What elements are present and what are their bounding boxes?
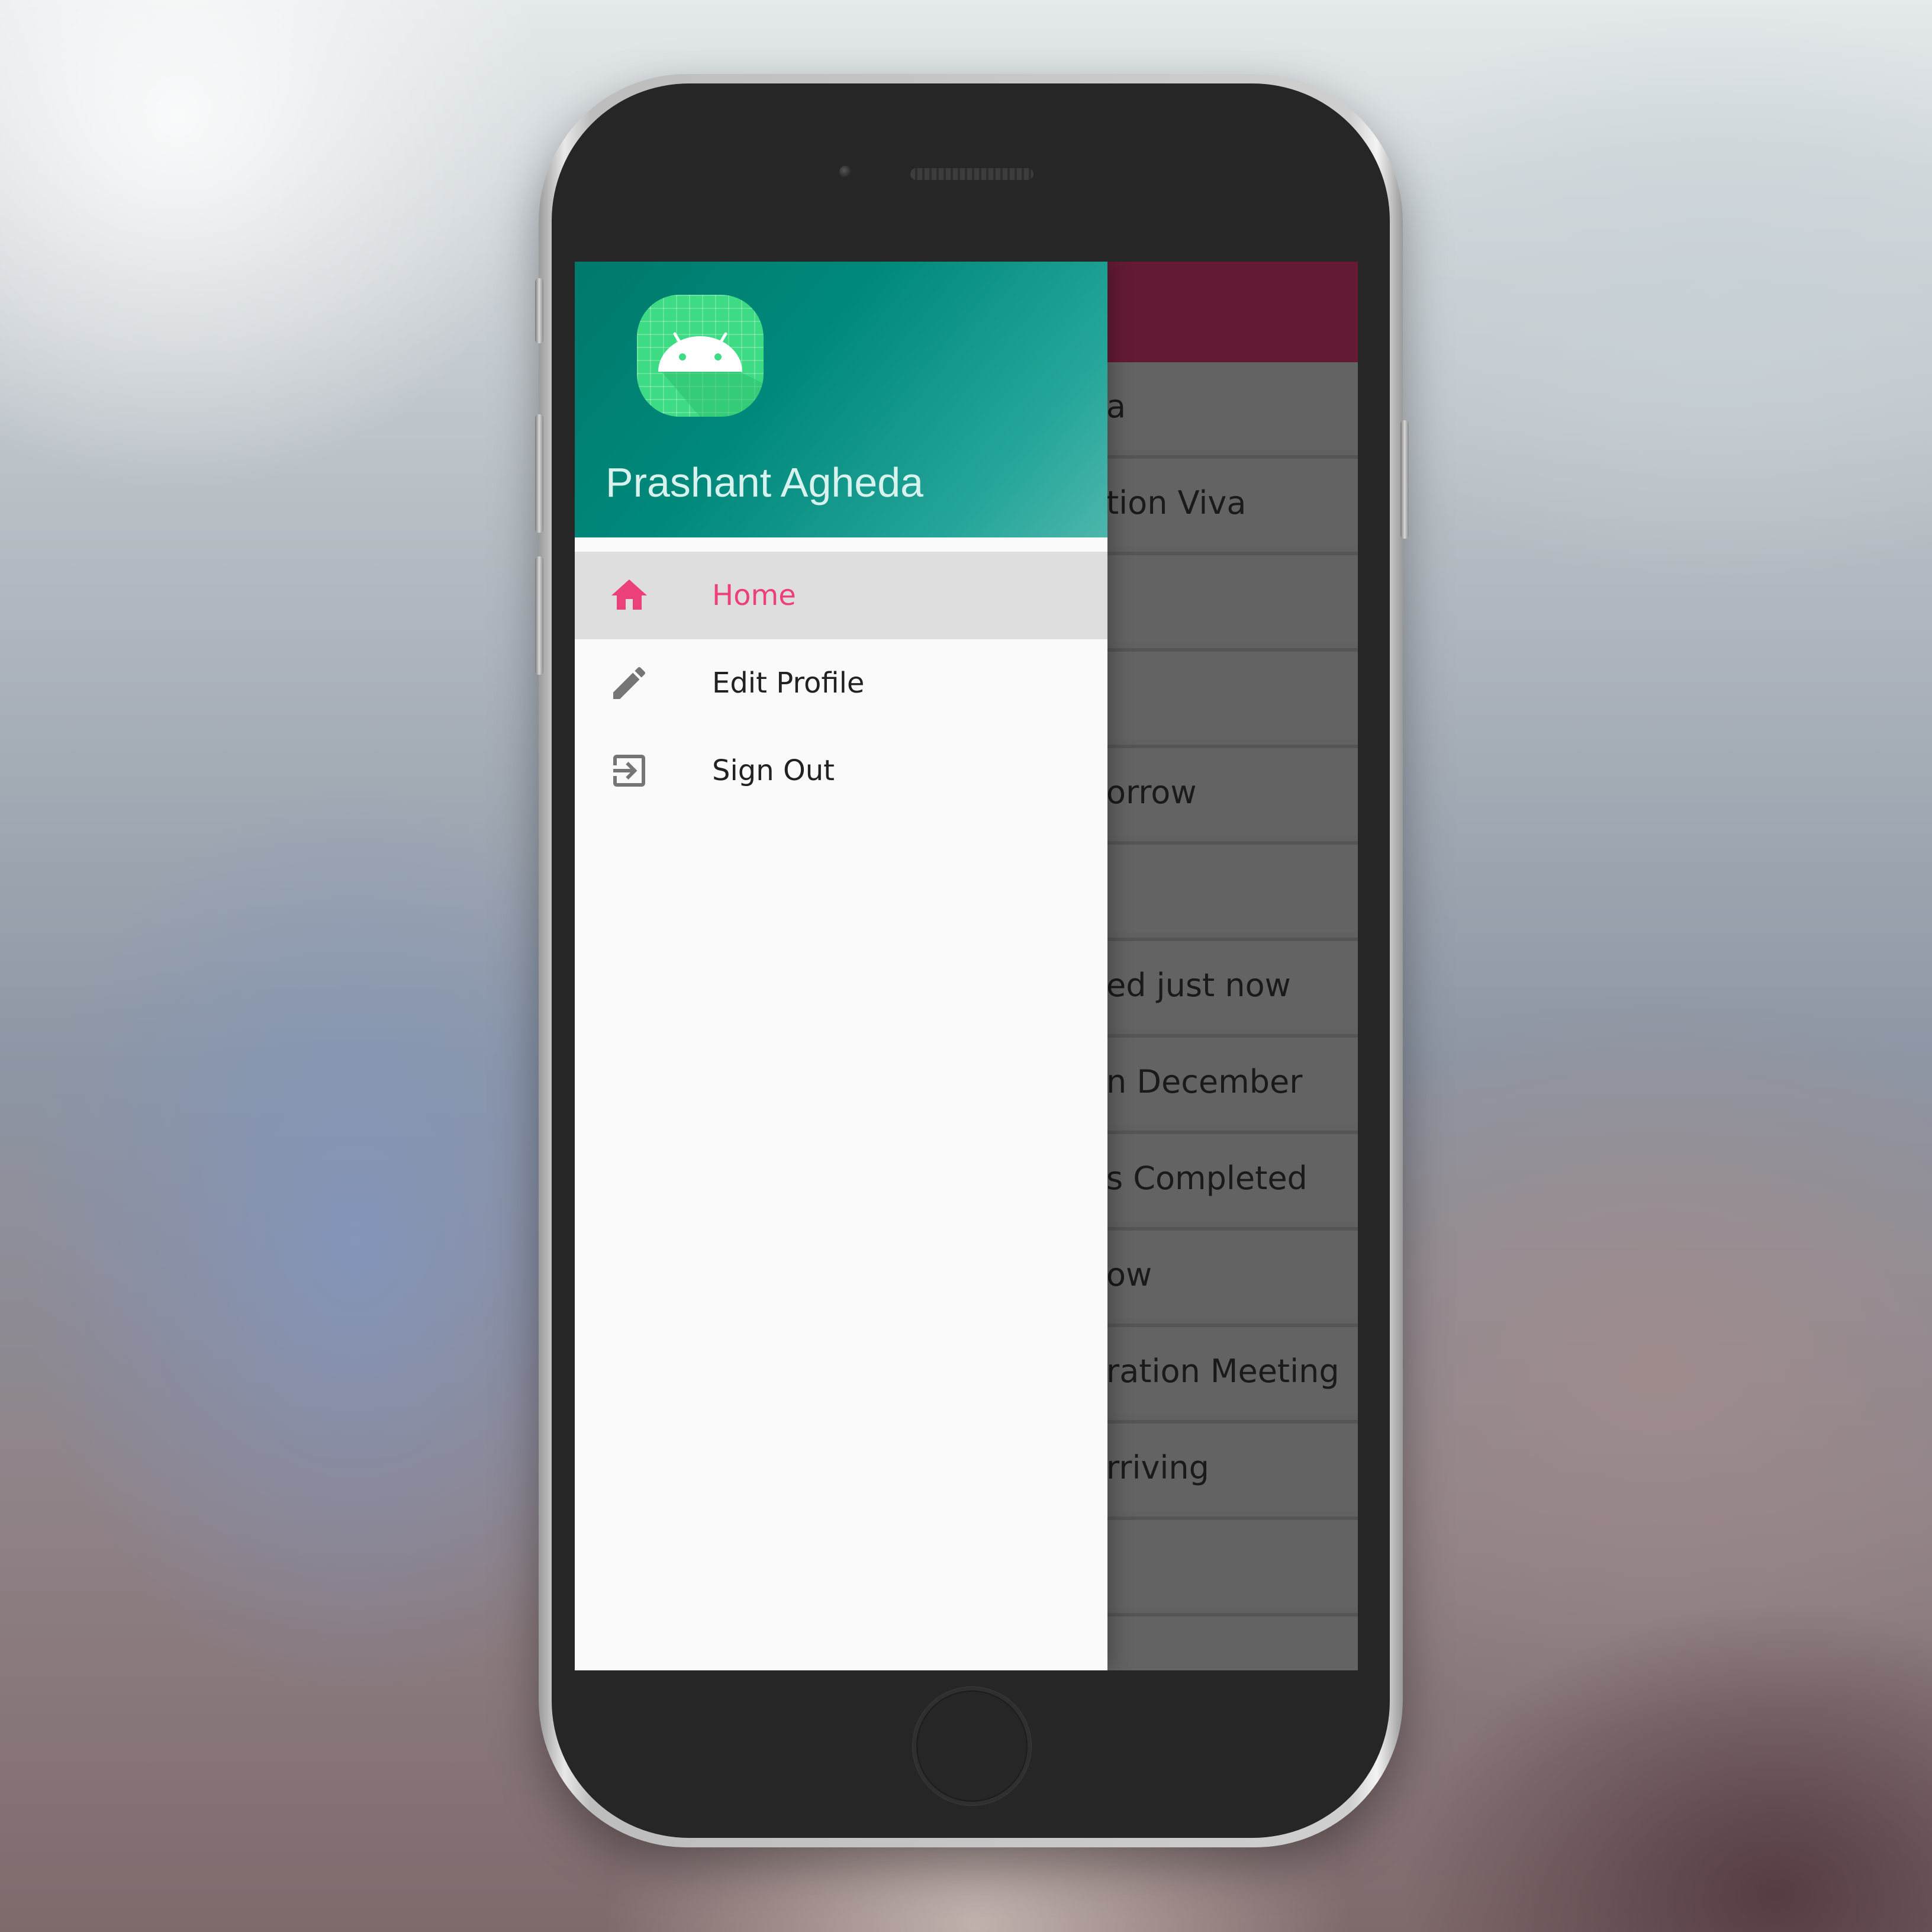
- volume-up-button: [535, 414, 543, 533]
- volume-down-button: [535, 556, 543, 675]
- sign-out-icon: [613, 755, 645, 787]
- power-button: [1400, 420, 1409, 539]
- android-logo-icon: [637, 295, 764, 417]
- list-item-title: a: [1106, 387, 1126, 425]
- menu-item-label: Edit Profile: [712, 666, 865, 700]
- android-robot-icon: [658, 332, 764, 417]
- mute-switch: [535, 278, 543, 343]
- list-item-title: n December: [1106, 1062, 1303, 1100]
- list-item-title: ed just now: [1106, 966, 1291, 1004]
- list-item-title: orrow: [1106, 773, 1197, 811]
- menu-item-label: Home: [712, 579, 796, 612]
- list-item-title: s Completed: [1106, 1159, 1308, 1197]
- list-item-title: rriving: [1106, 1448, 1209, 1486]
- home-button[interactable]: [913, 1687, 1031, 1805]
- pencil-icon: [613, 666, 646, 699]
- menu-item-sign-out[interactable]: Sign Out: [575, 727, 1107, 814]
- menu-item-label: Sign Out: [712, 754, 835, 787]
- menu-item-edit-profile[interactable]: Edit Profile: [575, 639, 1107, 727]
- front-camera: [839, 166, 851, 178]
- list-item-title: tion Viva: [1106, 484, 1247, 521]
- earpiece-speaker: [910, 168, 1033, 180]
- list-item-title: ration Meeting: [1106, 1352, 1339, 1390]
- list-item-title: ow: [1106, 1255, 1152, 1293]
- menu-item-home[interactable]: Home: [575, 552, 1107, 639]
- drawer-menu: Home Edit Profile Sign Out: [575, 552, 1107, 814]
- user-name: Prashant Agheda: [606, 459, 924, 505]
- home-icon: [611, 579, 647, 610]
